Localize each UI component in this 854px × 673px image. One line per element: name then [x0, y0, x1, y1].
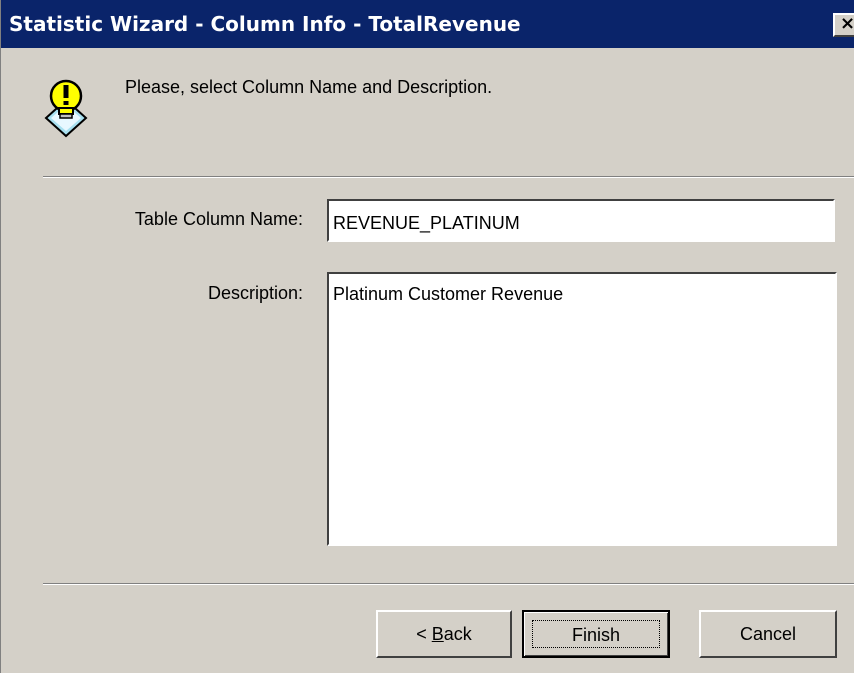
description-textarea[interactable]: Platinum Customer Revenue — [327, 272, 837, 546]
window-title: Statistic Wizard - Column Info - TotalRe… — [9, 12, 521, 36]
close-icon: × — [840, 13, 854, 34]
close-button[interactable]: × — [833, 13, 854, 37]
finish-label: Finish — [532, 620, 660, 648]
wizard-dialog: Statistic Wizard - Column Info - TotalRe… — [0, 0, 854, 673]
top-divider — [43, 176, 854, 178]
cancel-button[interactable]: Cancel — [699, 610, 837, 658]
description-label: Description: — [207, 283, 303, 303]
instruction-text: Please, select Column Name and Descripti… — [125, 77, 493, 97]
column-name-input[interactable] — [327, 199, 835, 242]
back-prefix: < — [416, 624, 432, 644]
finish-button[interactable]: Finish — [522, 610, 670, 658]
title-bar[interactable]: Statistic Wizard - Column Info - TotalRe… — [1, 0, 854, 48]
bottom-divider — [43, 583, 854, 585]
lightbulb-exclamation-icon — [44, 79, 88, 138]
back-button[interactable]: < Back — [376, 610, 512, 658]
back-access-key: B — [431, 624, 444, 644]
back-label-rest: ack — [443, 624, 472, 644]
column-name-label: Table Column Name: — [134, 209, 303, 229]
